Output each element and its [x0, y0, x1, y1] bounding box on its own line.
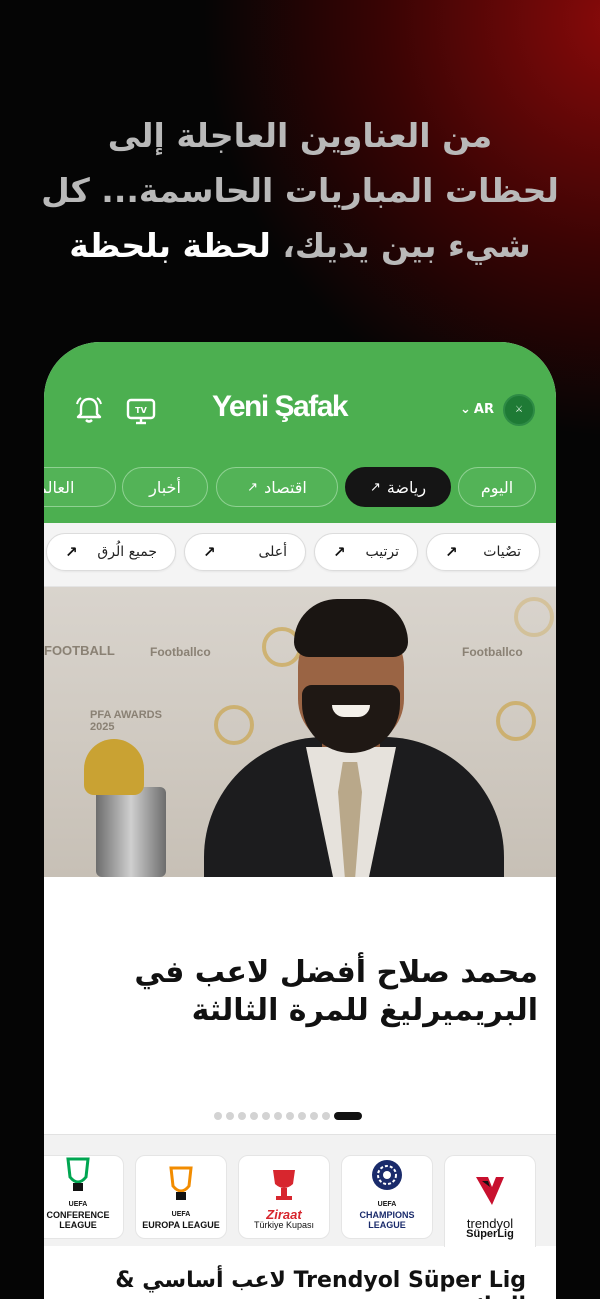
league-selector: trendyol SüperLig UEFA CHAMPIONS LEAGUE …: [44, 1134, 556, 1247]
carousel-dot[interactable]: [310, 1112, 318, 1120]
chip-qualifiers[interactable]: تصٌيات ↗: [426, 533, 540, 571]
arrow-up-right-icon: ↗: [333, 543, 346, 561]
carousel-dot[interactable]: [322, 1112, 330, 1120]
bell-icon[interactable]: [74, 395, 104, 425]
conference-league-logo-icon: [60, 1156, 96, 1194]
tv-icon-label: TV: [135, 406, 147, 415]
chip-all-teams-label: جميع الُرق: [97, 544, 157, 560]
league-name: UEFA: [68, 1201, 88, 1208]
league-champions-league[interactable]: UEFA CHAMPIONS LEAGUE: [341, 1155, 433, 1239]
promo-headline: من العناوين العاجلة إلى لحظات المباريات …: [20, 108, 580, 273]
chip-top-label: أعلى: [258, 544, 287, 560]
carousel-dot[interactable]: [262, 1112, 270, 1120]
chevron-down-icon: ⌄: [460, 402, 471, 417]
champions-league-logo-icon: [369, 1156, 405, 1194]
carousel-dot[interactable]: [238, 1112, 246, 1120]
headline-line-3-strong: لحظة بلحظة: [69, 226, 271, 265]
tab-world[interactable]: العالمية: [44, 467, 116, 507]
app-logo: Yeni Şafak: [212, 390, 349, 423]
backdrop-text: Footballco: [150, 645, 211, 659]
carousel-dot[interactable]: [250, 1112, 258, 1120]
player-hair: [294, 599, 408, 657]
category-tabs: اليوم رياضة ↗ اقتصاد ↗ أخبار العالمية: [44, 467, 556, 509]
league-turkiye-kupasi[interactable]: Ziraat Türkiye Kupası: [238, 1155, 330, 1239]
trendyol-superlig-logo-icon: [472, 1173, 508, 1213]
league-name: EUROPA LEAGUE: [142, 1220, 220, 1230]
backdrop-logo-icon: [514, 597, 554, 637]
phone-screen: TV Yeni Şafak ⌄ AR ⚔ اليوم رياضة ↗ اقتصا…: [44, 342, 556, 1299]
league-conference-league[interactable]: UEFA CONFERENCE LEAGUE: [44, 1155, 124, 1239]
trophy-icon: [96, 787, 166, 877]
carousel-dot[interactable]: [286, 1112, 294, 1120]
app-header: TV Yeni Şafak ⌄ AR ⚔ اليوم رياضة ↗ اقتصا…: [44, 342, 556, 523]
hero-headline-line-1: محمد صلاح أفضل لاعب في: [134, 955, 538, 990]
arrow-up-right-icon: ↗: [369, 479, 381, 495]
arrow-up-right-icon: ↗: [65, 543, 78, 561]
subcategory-bar: تصٌيات ↗ ترتيب ↗ أعلى ↗ جميع الُرق ↗: [44, 523, 556, 587]
hero-image[interactable]: FOOTBALL Footballco Footballco PFA AWARD…: [44, 587, 556, 877]
chip-standings[interactable]: ترتيب ↗: [314, 533, 418, 571]
carousel-dot-active[interactable]: [334, 1112, 362, 1120]
league-name: SüperLig: [466, 1228, 514, 1240]
arrow-up-right-icon: ↗: [445, 543, 458, 561]
tab-sports-label: رياضة: [386, 477, 427, 497]
carousel-dot[interactable]: [214, 1112, 222, 1120]
arrow-up-right-icon: ↗: [203, 543, 216, 561]
chip-top[interactable]: أعلى ↗: [184, 533, 306, 571]
league-name: CONFERENCE LEAGUE: [46, 1210, 110, 1230]
europa-league-logo-icon: [163, 1164, 199, 1204]
backdrop-text: FOOTBALL: [44, 643, 115, 658]
ziraat-cup-logo-icon: [266, 1164, 302, 1204]
language-selector[interactable]: ⌄ AR: [460, 402, 494, 417]
carousel-dot[interactable]: [226, 1112, 234, 1120]
headline-line-3-plain: شيء بين يديك،: [270, 226, 531, 265]
hero-headline-line-2: البريميرليغ للمرة الثالثة: [191, 993, 538, 1028]
tab-news-label: أخبار: [149, 477, 181, 497]
league-name: Türkiye Kupası: [253, 1220, 315, 1230]
league-name: UEFA: [377, 1201, 397, 1208]
section-title: Trendyol Süper Lig لاعب أساسي & النتائج: [115, 1268, 526, 1299]
language-code: AR: [473, 402, 494, 417]
tab-today[interactable]: اليوم: [458, 467, 536, 507]
player-smile: [332, 705, 370, 717]
league-trendyol-super-lig[interactable]: trendyol SüperLig: [444, 1155, 536, 1247]
saudi-flag-icon[interactable]: ⚔: [503, 394, 535, 426]
tv-icon[interactable]: TV: [126, 397, 156, 425]
league-name: UEFA: [171, 1211, 191, 1218]
headline-line-1: من العناوين العاجلة إلى: [107, 116, 493, 155]
carousel-pagination[interactable]: [214, 1112, 362, 1120]
league-europa-league[interactable]: UEFA EUROPA LEAGUE: [135, 1155, 227, 1239]
backdrop-logo-icon: [496, 701, 536, 741]
trophy-crown-icon: [84, 739, 144, 795]
tab-today-label: اليوم: [480, 477, 514, 497]
arrow-up-right-icon: ↗: [247, 479, 259, 495]
league-name: CHAMPIONS LEAGUE: [359, 1210, 415, 1230]
tab-world-label: العالمية: [44, 477, 75, 497]
league-name: Ziraat: [266, 1207, 302, 1222]
hero-headline[interactable]: محمد صلاح أفضل لاعب في البريميرليغ للمرة…: [66, 954, 538, 1030]
backdrop-text: Footballco: [462, 645, 523, 659]
backdrop-logo-icon: [214, 705, 254, 745]
chip-all-teams[interactable]: جميع الُرق ↗: [46, 533, 176, 571]
tab-economy[interactable]: اقتصاد ↗: [216, 467, 338, 507]
headline-line-3: شيء بين يديك، لحظة بلحظة: [20, 218, 580, 273]
chip-qualifiers-label: تصٌيات: [483, 544, 521, 560]
carousel-dot[interactable]: [274, 1112, 282, 1120]
chip-standings-label: ترتيب: [365, 544, 400, 560]
carousel-dot[interactable]: [298, 1112, 306, 1120]
headline-line-2: لحظات المباريات الحاسمة... كل: [41, 171, 559, 210]
backdrop-text: PFA AWARDS 2025: [90, 709, 162, 733]
tab-economy-label: اقتصاد: [264, 477, 307, 497]
tab-news[interactable]: أخبار: [122, 467, 208, 507]
tab-sports[interactable]: رياضة ↗: [345, 467, 451, 507]
